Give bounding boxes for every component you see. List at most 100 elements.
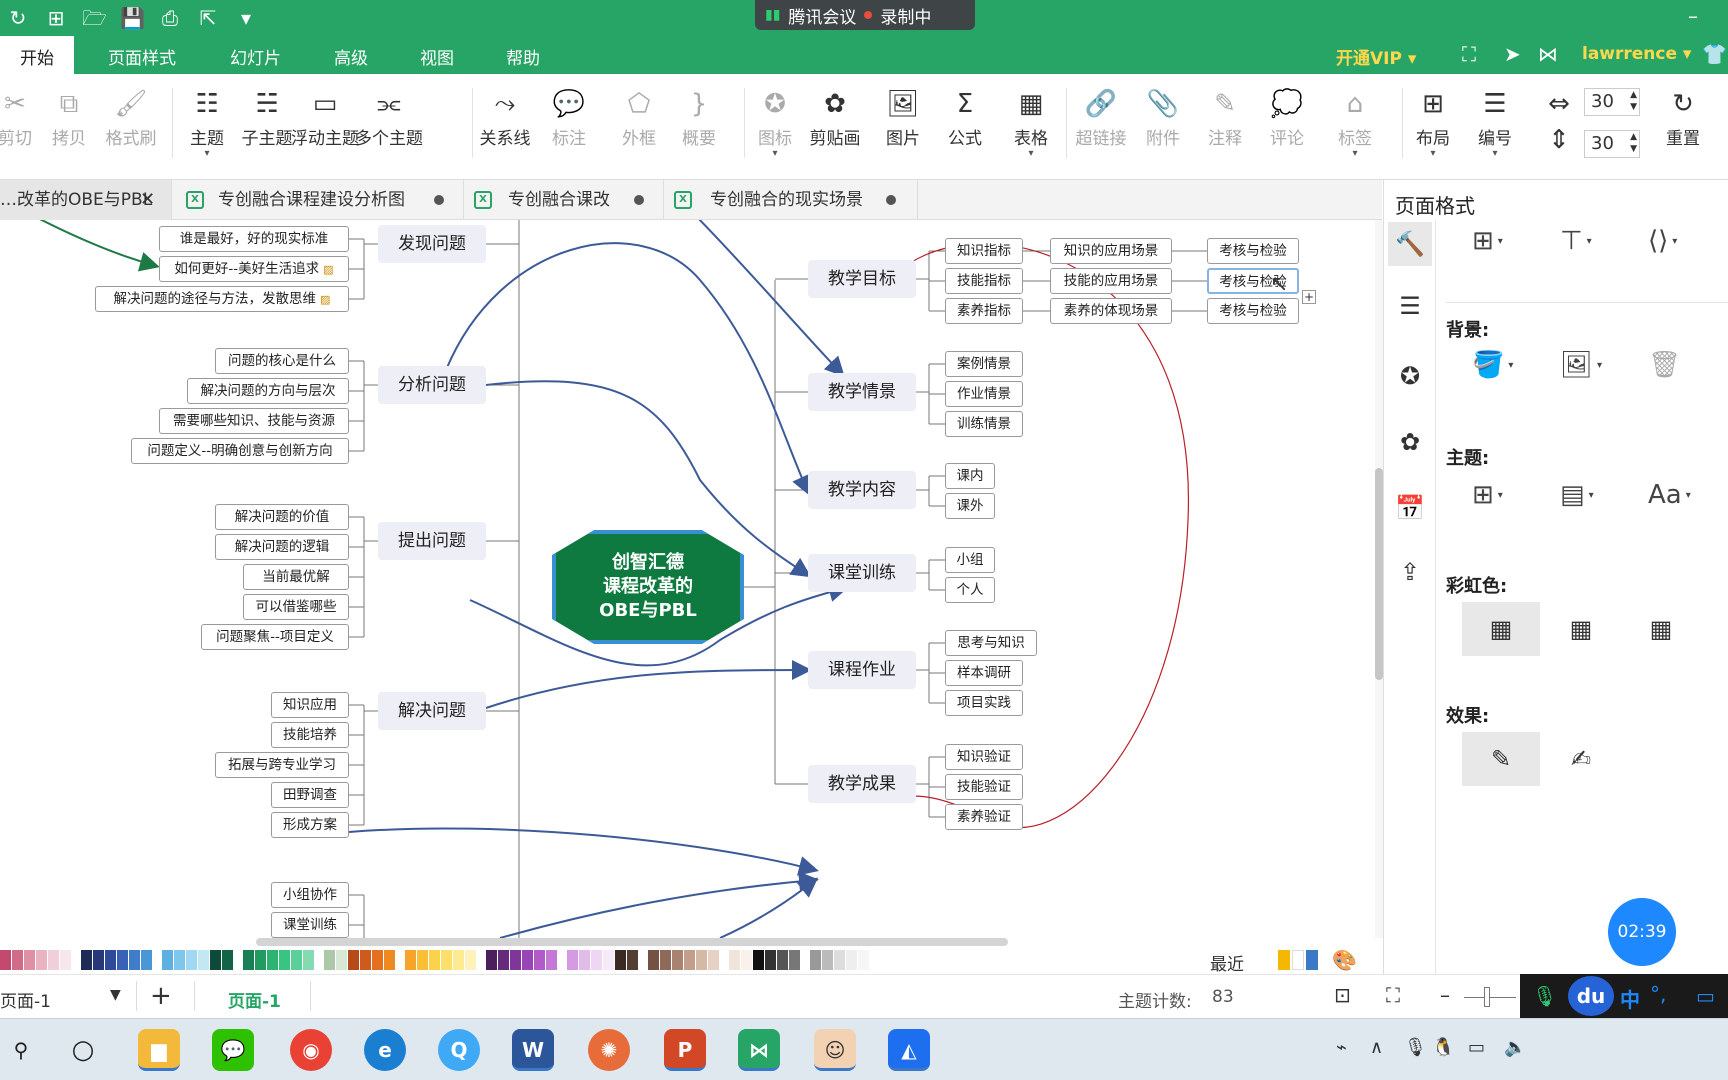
detail-item[interactable]: 解决问题的方向与层次 xyxy=(187,378,349,404)
ime-language[interactable]: 中 xyxy=(1620,984,1640,1013)
detail-item[interactable]: 如何更好--美好生活追求 ▨ xyxy=(159,256,349,282)
menu-view[interactable]: 视图 xyxy=(420,44,454,69)
goal-assessment[interactable]: 考核与检验 xyxy=(1207,238,1299,264)
ribbon-button-11[interactable]: } 概要 xyxy=(664,84,734,149)
vertical-scrollbar[interactable] xyxy=(1375,220,1383,938)
color-swatch[interactable] xyxy=(279,950,290,970)
topic-course-homework[interactable]: 课程作业 xyxy=(808,651,916,689)
user-menu[interactable]: lawrrence ▾ xyxy=(1582,44,1691,64)
ime-punctuation[interactable]: °, xyxy=(1650,982,1666,1006)
close-tab-icon[interactable]: ✕ xyxy=(140,180,155,220)
ribbon-button-17[interactable]: 🔗 超链接 xyxy=(1066,84,1136,149)
style-hammer-icon[interactable]: 🔨 xyxy=(1388,222,1432,266)
goal-indicator[interactable]: 技能指标 xyxy=(945,268,1023,294)
color-swatch[interactable] xyxy=(729,950,740,970)
open-folder-icon[interactable]: 🗁 xyxy=(82,6,107,30)
volume-icon[interactable]: 🔈 xyxy=(1504,1037,1526,1058)
color-swatch[interactable] xyxy=(129,950,140,970)
color-swatch[interactable] xyxy=(222,950,233,970)
structure-grid-icon[interactable]: ⊞ ▾ xyxy=(1472,226,1503,256)
color-swatch[interactable] xyxy=(846,950,857,970)
detail-item[interactable]: 课堂训练 xyxy=(271,912,349,938)
goal-scene[interactable]: 知识的应用场景 xyxy=(1050,238,1172,264)
microphone-icon[interactable]: 🎙 xyxy=(1532,984,1557,1008)
rainbow-option-1-icon[interactable]: ▦ xyxy=(1462,602,1540,656)
detail-item[interactable]: 解决问题的价值 xyxy=(215,504,349,530)
word-icon[interactable]: W xyxy=(512,1029,554,1071)
color-swatch[interactable] xyxy=(210,950,221,970)
rainbow-option-2-icon[interactable]: ▦ xyxy=(1542,602,1620,656)
add-subtopic-icon[interactable]: + xyxy=(1302,290,1316,304)
color-swatch[interactable] xyxy=(696,950,707,970)
sheet-dropdown-icon[interactable]: ▼ xyxy=(110,987,121,1003)
detail-item[interactable]: 解决问题的逻辑 xyxy=(215,534,349,560)
color-swatch[interactable] xyxy=(105,950,116,970)
send-icon[interactable]: ➤ xyxy=(1504,42,1521,66)
topic-teaching-content[interactable]: 教学内容 xyxy=(808,471,916,509)
menu-help[interactable]: 帮助 xyxy=(506,44,540,69)
color-swatch[interactable] xyxy=(291,950,302,970)
menu-slides[interactable]: 幻灯片 xyxy=(230,44,281,69)
task-calendar-icon[interactable]: 📅 xyxy=(1388,486,1432,530)
tab-obe-pbl[interactable]: …改革的OBE与PBL ✕ xyxy=(0,180,172,220)
detail-item[interactable]: 当前最优解 xyxy=(243,564,349,590)
tab-real-scenes[interactable]: X 专创融合的现实场景 xyxy=(664,180,918,220)
detail-item[interactable]: 问题聚焦--项目定义 xyxy=(201,624,349,650)
color-swatch[interactable] xyxy=(117,950,128,970)
menu-advanced[interactable]: 高级 xyxy=(334,44,368,69)
vip-button[interactable]: 开通VIP ▾ xyxy=(1336,44,1416,69)
goal-indicator[interactable]: 素养指标 xyxy=(945,298,1023,324)
color-swatch[interactable] xyxy=(510,950,521,970)
dropdown-caret-icon[interactable]: ▾ xyxy=(1320,149,1390,159)
color-swatch[interactable] xyxy=(672,950,683,970)
detail-item[interactable]: 田野调查 xyxy=(271,782,349,808)
fill-bucket-icon[interactable]: 🪣 ▾ xyxy=(1472,350,1513,380)
cortana-icon[interactable]: ○ xyxy=(62,1029,104,1071)
fullscreen-icon[interactable]: ⛶ xyxy=(1462,42,1476,66)
avatar-app-icon[interactable]: ☺ xyxy=(814,1029,856,1071)
color-swatch[interactable] xyxy=(741,950,752,970)
tab-course-reform[interactable]: X 专创融合课改 xyxy=(464,180,664,220)
color-swatch[interactable] xyxy=(417,950,428,970)
ribbon-button-23[interactable]: ☰ 编号 ▾ xyxy=(1460,84,1530,159)
result-item[interactable]: 技能验证 xyxy=(945,774,1023,800)
ime-brand-logo[interactable]: du xyxy=(1568,976,1614,1016)
content-item[interactable]: 课外 xyxy=(945,493,995,519)
new-file-icon[interactable]: ⊞ xyxy=(44,6,68,30)
tray-expand-icon[interactable]: ∧ xyxy=(1370,1037,1383,1058)
color-swatch[interactable] xyxy=(441,950,452,970)
ribbon-button-22[interactable]: ⊞ 布局 ▾ xyxy=(1398,84,1468,159)
training-item[interactable]: 小组 xyxy=(945,547,995,573)
goal-scene[interactable]: 素养的体现场景 xyxy=(1050,298,1172,324)
color-swatch[interactable] xyxy=(627,950,638,970)
content-item[interactable]: 课内 xyxy=(945,463,995,489)
search-icon[interactable]: ⚲ xyxy=(0,1029,42,1071)
wechat-icon[interactable]: 💬 xyxy=(212,1029,254,1071)
vertical-scroll-thumb[interactable] xyxy=(1375,468,1383,680)
ribbon-button-20[interactable]: 💭 评论 xyxy=(1252,84,1322,149)
color-swatch[interactable] xyxy=(603,950,614,970)
recent-color-swatch[interactable] xyxy=(1306,950,1318,970)
color-swatch[interactable] xyxy=(858,950,869,970)
file-explorer-icon[interactable]: ▆ xyxy=(138,1029,180,1071)
ribbon-button-15[interactable]: Σ 公式 xyxy=(930,84,1000,149)
chrome-icon[interactable]: ◉ xyxy=(290,1029,332,1071)
color-swatch[interactable] xyxy=(453,950,464,970)
color-swatch[interactable] xyxy=(810,950,821,970)
color-swatch[interactable] xyxy=(372,950,383,970)
print-icon[interactable]: ⎙ xyxy=(158,6,182,30)
dropdown-caret-icon[interactable]: ▾ xyxy=(172,149,242,159)
save-icon[interactable]: 💾 xyxy=(120,6,145,30)
ribbon-button-16[interactable]: ▦ 表格 ▾ xyxy=(996,84,1066,159)
background-image-icon[interactable]: 🖼 ▾ xyxy=(1560,350,1602,380)
color-swatch[interactable] xyxy=(753,950,764,970)
topic-solve-problem[interactable]: 解决问题 xyxy=(378,692,486,730)
color-swatch[interactable] xyxy=(708,950,719,970)
color-swatch[interactable] xyxy=(429,950,440,970)
menu-home[interactable]: 开始 xyxy=(0,36,74,74)
spin-arrows-icon[interactable]: ▲ ▼ xyxy=(1630,131,1637,155)
recent-color-swatch[interactable] xyxy=(1292,950,1304,970)
detail-item[interactable]: 拓展与跨专业学习 xyxy=(215,752,349,778)
vertical-spacing-input[interactable]: 30 ▲ ▼ xyxy=(1584,130,1640,158)
color-swatch[interactable] xyxy=(243,950,254,970)
